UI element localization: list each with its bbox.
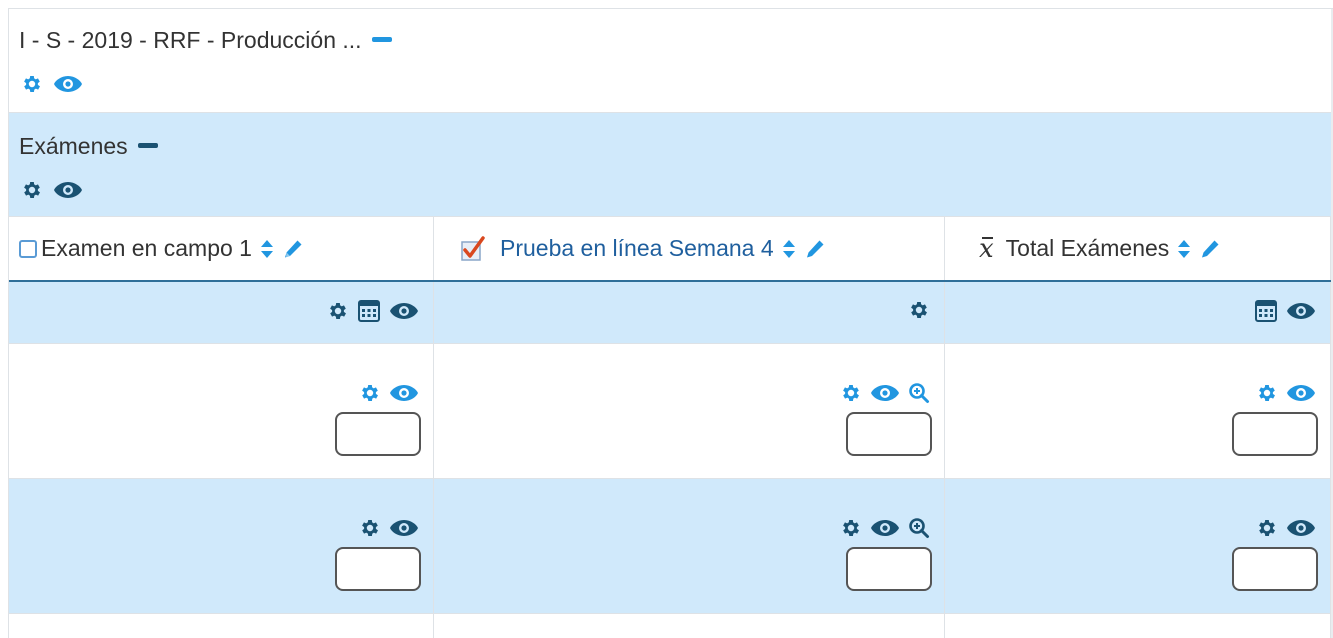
gear-icon[interactable] [840, 382, 862, 404]
gear-icon[interactable] [1256, 382, 1278, 404]
quiz-checkbox-icon [460, 235, 486, 262]
grade-input[interactable] [846, 412, 932, 456]
calculator-icon[interactable] [357, 299, 381, 323]
eye-icon[interactable] [53, 74, 83, 94]
eye-icon[interactable] [1286, 518, 1316, 538]
eye-icon[interactable] [1286, 383, 1316, 403]
table-row [9, 344, 1333, 479]
gear-icon[interactable] [21, 73, 43, 95]
grade-input[interactable] [1232, 547, 1318, 591]
collapse-icon[interactable] [137, 143, 158, 149]
grade-input[interactable] [1232, 412, 1318, 456]
gear-icon[interactable] [908, 299, 930, 321]
subcategory-header: Exámenes [9, 113, 1333, 217]
eye-icon[interactable] [870, 383, 900, 403]
edit-pencil-icon[interactable] [1199, 238, 1221, 260]
category-header: I - S - 2019 - RRF - Producción ... [9, 9, 1333, 113]
gear-icon[interactable] [359, 517, 381, 539]
column-actions-row [9, 282, 1333, 344]
eye-icon[interactable] [389, 383, 419, 403]
edit-pencil-icon[interactable] [804, 238, 826, 260]
calculator-icon[interactable] [1254, 299, 1278, 323]
grader-table: I - S - 2019 - RRF - Producción ... Exám… [8, 8, 1333, 638]
zoom-in-icon[interactable] [908, 517, 930, 539]
table-row [9, 614, 1333, 638]
table-row [9, 479, 1333, 614]
column-header-examen-campo: Examen en campo 1 [9, 217, 434, 280]
eye-icon[interactable] [389, 301, 419, 321]
sort-icon[interactable] [260, 239, 274, 259]
subcategory-title: Exámenes [19, 133, 128, 159]
edit-pencil-icon[interactable] [282, 238, 304, 260]
eye-icon[interactable] [53, 180, 83, 200]
gear-icon[interactable] [359, 382, 381, 404]
column-header-total-examenes: x Total Exámenes [945, 217, 1331, 280]
collapse-icon[interactable] [371, 37, 392, 43]
category-title: I - S - 2019 - RRF - Producción ... [19, 27, 362, 53]
grade-input[interactable] [846, 547, 932, 591]
zoom-in-icon[interactable] [908, 382, 930, 404]
column-header-row: Examen en campo 1 Prueba en línea Semana… [9, 217, 1333, 282]
sort-icon[interactable] [1177, 239, 1191, 259]
gear-icon[interactable] [1256, 517, 1278, 539]
gear-icon[interactable] [21, 179, 43, 201]
column-name[interactable]: Examen en campo 1 [41, 235, 252, 262]
grade-input[interactable] [335, 412, 421, 456]
column-name[interactable]: Total Exámenes [1006, 235, 1170, 262]
gear-icon[interactable] [840, 517, 862, 539]
eye-icon[interactable] [870, 518, 900, 538]
gear-icon[interactable] [327, 300, 349, 322]
mean-xbar-icon: x [979, 233, 994, 264]
grade-input[interactable] [335, 547, 421, 591]
eye-icon[interactable] [389, 518, 419, 538]
column-name[interactable]: Prueba en línea Semana 4 [500, 235, 774, 262]
checkbox-icon[interactable] [19, 239, 37, 258]
column-header-prueba-linea: Prueba en línea Semana 4 [434, 217, 945, 280]
sort-icon[interactable] [782, 239, 796, 259]
eye-icon[interactable] [1286, 301, 1316, 321]
